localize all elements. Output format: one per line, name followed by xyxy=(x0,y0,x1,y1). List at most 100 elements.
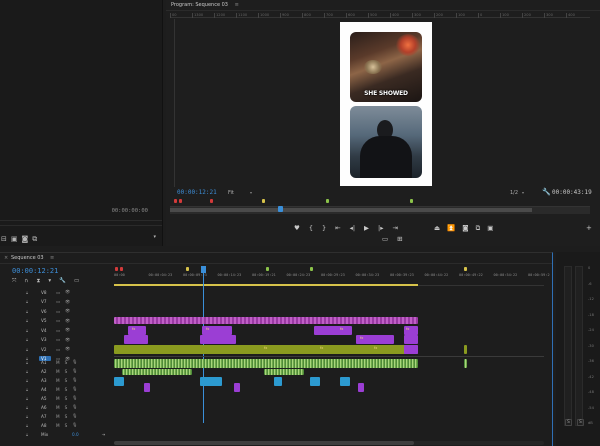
solo-button[interactable]: S xyxy=(65,423,68,428)
video-clip[interactable] xyxy=(404,335,418,344)
timeline-playhead[interactable] xyxy=(201,266,206,273)
chevron-down-icon[interactable]: ▾ xyxy=(153,234,156,240)
playback-resolution-select[interactable]: 1/2 xyxy=(510,190,518,196)
microphone-icon[interactable]: 🎙︎ xyxy=(72,395,77,401)
marker-red[interactable] xyxy=(179,199,182,203)
source-timecode[interactable]: 00:00:00:00 xyxy=(112,208,148,214)
lock-icon[interactable]: 🔒︎ xyxy=(26,328,34,333)
sync-lock-icon[interactable]: ▭ xyxy=(56,299,60,304)
track-name[interactable]: V2 xyxy=(39,347,51,352)
program-timecode[interactable]: 00:00:12:21 xyxy=(177,189,217,196)
lock-icon[interactable]: 🔒︎ xyxy=(26,290,34,295)
sync-lock-icon[interactable]: ▭ xyxy=(56,337,60,342)
audio-clip[interactable] xyxy=(358,383,364,392)
comparison-view-icon[interactable]: ⊞ xyxy=(397,235,402,243)
microphone-icon[interactable]: 🎙︎ xyxy=(72,413,77,419)
mute-button[interactable]: M xyxy=(56,360,60,365)
marker-green[interactable] xyxy=(310,267,313,271)
marker-red[interactable] xyxy=(115,267,118,271)
add-button-icon[interactable]: + xyxy=(586,224,592,232)
program-title[interactable]: Program: Sequence 03 xyxy=(171,0,228,11)
mark-in-icon[interactable]: { xyxy=(309,224,313,232)
track-name[interactable]: V6 xyxy=(39,309,51,314)
mute-button[interactable]: M xyxy=(56,369,60,374)
lock-icon[interactable]: 🔒︎ xyxy=(26,309,34,314)
step-back-icon[interactable]: ◂| xyxy=(350,224,355,232)
audio-clip[interactable] xyxy=(264,369,304,375)
video-clip[interactable] xyxy=(404,345,418,354)
audio-clip[interactable] xyxy=(122,369,192,375)
video-track-header[interactable]: 🔒︎ V7 ▭ 👁︎ xyxy=(26,297,114,307)
marker-green[interactable] xyxy=(326,199,329,203)
mute-button[interactable]: M xyxy=(56,405,60,410)
chevron-down-icon[interactable]: ▾ xyxy=(250,190,252,195)
mix-value[interactable]: 0.0 xyxy=(72,432,79,437)
marker-green[interactable] xyxy=(266,267,269,271)
track-name[interactable]: A2 xyxy=(39,369,51,374)
sync-lock-icon[interactable]: ▭ xyxy=(56,347,60,352)
microphone-icon[interactable]: 🎙︎ xyxy=(72,386,77,392)
hamburger-icon[interactable]: ≡ xyxy=(235,0,239,11)
wrench-icon[interactable]: 🔧 xyxy=(542,188,551,196)
audio-clip[interactable] xyxy=(340,377,350,386)
track-name[interactable]: V3 xyxy=(39,337,51,342)
sync-lock-icon[interactable]: ▭ xyxy=(56,309,60,314)
extract-icon[interactable]: ⏫ xyxy=(447,224,455,233)
video-frame[interactable]: SHE SHOWED xyxy=(340,22,432,186)
audio-clip[interactable] xyxy=(274,377,282,386)
lock-icon[interactable]: 🔒︎ xyxy=(26,347,34,352)
track-name[interactable]: V7 xyxy=(39,299,51,304)
play-icon[interactable]: ▶ xyxy=(364,224,369,232)
microphone-icon[interactable]: 🎙︎ xyxy=(72,377,77,383)
hamburger-icon[interactable]: ≡ xyxy=(50,255,54,261)
safe-margins-icon[interactable]: ▭ xyxy=(382,235,388,243)
audio-clip[interactable] xyxy=(310,377,320,386)
go-to-out-icon[interactable]: ⇥ xyxy=(392,224,397,232)
go-to-end-icon[interactable]: ⇥ xyxy=(102,432,106,437)
lock-icon[interactable]: 🔒︎ xyxy=(26,318,34,323)
solo-button[interactable]: S xyxy=(65,414,68,419)
microphone-icon[interactable]: 🎙︎ xyxy=(72,368,77,374)
marker-yellow[interactable] xyxy=(464,267,467,271)
lock-icon[interactable]: 🔒︎ xyxy=(26,360,34,365)
mark-out-icon[interactable]: } xyxy=(322,224,326,232)
timeline-ruler[interactable]: 00:00 00:00:04:23 00:00:09:23 00:00:14:23 00… xyxy=(114,266,550,286)
lock-icon[interactable]: 🔒︎ xyxy=(26,423,34,428)
solo-button[interactable]: S xyxy=(65,369,68,374)
add-marker-icon[interactable]: ♥ xyxy=(294,224,300,232)
microphone-icon[interactable]: 🎙︎ xyxy=(72,404,77,410)
mute-button[interactable]: M xyxy=(56,414,60,419)
wrench-icon[interactable]: 🔧 xyxy=(59,278,66,285)
close-icon[interactable]: × xyxy=(4,255,8,261)
track-name[interactable]: V5 xyxy=(39,318,51,323)
lock-icon[interactable]: 🔒︎ xyxy=(26,414,34,419)
video-track-header[interactable]: 🔒︎ V6 ▭ 👁︎ xyxy=(26,306,114,316)
zoom-fit-select[interactable]: Fit xyxy=(228,190,234,196)
video-track-header[interactable]: 🔒︎ V5 ▭ 👁︎ xyxy=(26,316,114,326)
linked-selection-icon[interactable]: ⧗ xyxy=(36,278,40,285)
lock-icon[interactable]: 🔒︎ xyxy=(26,337,34,342)
audio-clip[interactable] xyxy=(114,359,418,368)
eye-icon[interactable]: 👁︎ xyxy=(65,327,70,333)
go-to-in-icon[interactable]: ⇤ xyxy=(335,224,340,232)
eye-icon[interactable]: 👁︎ xyxy=(65,299,70,305)
work-area-bar[interactable] xyxy=(114,284,418,286)
video-clip[interactable] xyxy=(464,345,467,354)
mute-button[interactable]: M xyxy=(56,378,60,383)
track-name[interactable]: A6 xyxy=(39,405,51,410)
lock-icon[interactable]: 🔒︎ xyxy=(26,369,34,374)
track-name[interactable]: V4 xyxy=(39,328,51,333)
marker-yellow[interactable] xyxy=(262,199,265,203)
lock-icon[interactable]: 🔒︎ xyxy=(26,405,34,410)
solo-button[interactable]: S xyxy=(65,405,68,410)
mute-button[interactable]: M xyxy=(56,387,60,392)
video-track-header[interactable]: 🔒︎ V2 ▭ 👁︎ xyxy=(26,344,114,354)
program-playhead[interactable] xyxy=(278,206,283,212)
snap-icon[interactable]: ⤧ xyxy=(12,278,16,285)
eye-icon[interactable]: 👁︎ xyxy=(65,289,70,295)
mute-button[interactable]: M xyxy=(56,396,60,401)
solo-button[interactable]: S xyxy=(65,396,68,401)
export-frame-icon[interactable]: ⧉ xyxy=(32,235,37,244)
marker-red[interactable] xyxy=(210,199,213,203)
solo-button[interactable]: S xyxy=(65,387,68,392)
